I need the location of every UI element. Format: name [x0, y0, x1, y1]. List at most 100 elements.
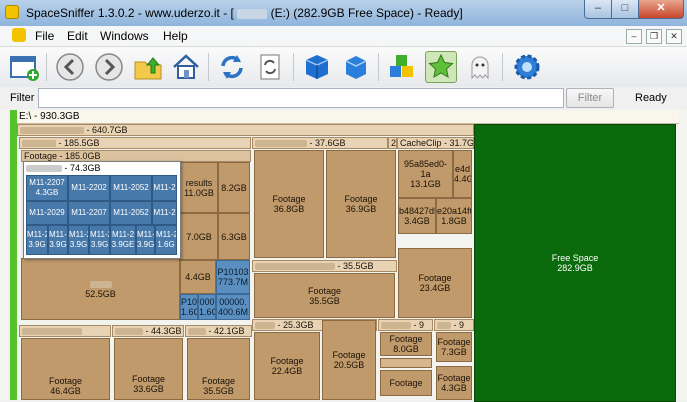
redacted-text: [255, 140, 307, 148]
folder-cell[interactable]: Footage 35.5GB: [187, 338, 250, 400]
minimize-button[interactable]: –: [584, 0, 612, 19]
folder-cell[interactable]: Footage 36.8GB: [254, 150, 324, 258]
star-icon[interactable]: [425, 51, 457, 83]
folder-cell[interactable]: Footage 7.3GB: [436, 332, 472, 362]
file-cell[interactable]: M11-2207 4.3GB: [26, 175, 68, 201]
redacted-text: [381, 322, 411, 330]
root-label[interactable]: E:\ - 930.3GB: [17, 110, 679, 124]
folder-cell[interactable]: Footage 20.5GB: [322, 320, 376, 400]
file-cell[interactable]: M11-2 3.9GE: [110, 225, 136, 255]
folder-cell[interactable]: 6.3GB: [218, 213, 250, 260]
rescan-icon[interactable]: [256, 52, 286, 82]
file-cell[interactable]: M11-23.9G: [136, 225, 155, 255]
folder-cell[interactable]: Footage 22.4GB: [254, 332, 320, 400]
folder-header[interactable]: - 185.5GB: [19, 137, 251, 149]
folder-cell[interactable]: 7.0GB: [180, 213, 218, 260]
toolbar-separator: [46, 53, 47, 81]
filter-input[interactable]: [38, 88, 564, 108]
redacted-text: [115, 328, 143, 336]
folder-cell[interactable]: Footage 4.3GB: [436, 366, 472, 400]
maximize-button[interactable]: □: [611, 0, 639, 19]
redacted-text: [22, 328, 82, 336]
folder-header[interactable]: CacheClip - 31.7GB: [397, 137, 474, 149]
folder-header[interactable]: - 42.1GB: [185, 325, 252, 337]
folder-cell[interactable]: e4d 4.4G: [453, 150, 472, 198]
folder-header[interactable]: [19, 325, 111, 337]
menu-edit[interactable]: Edit: [67, 29, 88, 43]
status-text: Ready: [635, 92, 667, 104]
folder-header[interactable]: - 9: [434, 319, 474, 331]
menu-windows[interactable]: Windows: [100, 29, 149, 43]
file-cell[interactable]: M11-2: [152, 201, 177, 225]
file-cell[interactable]: M11-2207: [68, 201, 110, 225]
file-cell[interactable]: 0001.6G: [198, 294, 216, 320]
mdi-close-button[interactable]: ✕: [666, 29, 682, 44]
file-cell[interactable]: M11-23.9G: [48, 225, 68, 255]
window-title: SpaceSniffer 1.3.0.2 - www.uderzo.it - […: [26, 6, 463, 20]
filter-label: Filter: [10, 92, 35, 104]
folder-cell[interactable]: Footage 35.5GB: [254, 273, 395, 318]
file-cell[interactable]: M11-2 1.6G: [155, 225, 177, 255]
folder-cell[interactable]: Footage 33.6GB: [114, 338, 183, 400]
folder-cell[interactable]: [380, 358, 432, 368]
file-cell[interactable]: M11-2202: [68, 175, 110, 201]
file-cell[interactable]: M11-23.9G: [68, 225, 89, 255]
filter-button[interactable]: Filter: [566, 88, 614, 108]
file-cell[interactable]: M11-23.9G: [89, 225, 110, 255]
new-view-icon[interactable]: [9, 52, 39, 82]
folder-header[interactable]: - 35.5GB: [252, 260, 397, 272]
folder-header[interactable]: 2: [388, 137, 397, 149]
redacted-text: [237, 8, 268, 19]
folder-cell[interactable]: results 11.0GB: [180, 162, 218, 213]
refresh-icon[interactable]: [217, 52, 247, 82]
folder-cell[interactable]: 4.4GB: [180, 260, 216, 294]
folder-cell[interactable]: e20a14f6 1.8GB: [436, 198, 472, 234]
treemap-view: E:\ - 930.3GB - 640.7GB - 185.5GB Footag…: [0, 110, 687, 402]
close-button[interactable]: ✕: [638, 0, 684, 19]
folder-cell[interactable]: 52.5GB: [21, 258, 180, 320]
menu-help[interactable]: Help: [163, 29, 188, 43]
folder-header[interactable]: - 640.7GB: [17, 124, 474, 136]
popup-file-grid: M11-2207 4.3GB M11-2202 M11-2052 M11-2 M1…: [26, 175, 177, 255]
folder-cell[interactable]: Footage 8.0GB: [380, 332, 432, 356]
redacted-text: [22, 140, 56, 148]
multi-cube-icon[interactable]: [387, 52, 417, 82]
forward-icon[interactable]: [94, 52, 124, 82]
folder-cell[interactable]: Footage 23.4GB: [398, 248, 472, 318]
title-bar: SpaceSniffer 1.3.0.2 - www.uderzo.it - […: [0, 0, 687, 26]
mdi-restore-button[interactable]: ❐: [646, 29, 662, 44]
folder-cell[interactable]: Footage 36.9GB: [326, 150, 396, 258]
folder-cell[interactable]: b48427d5 3.4GB: [398, 198, 436, 234]
up-folder-icon[interactable]: [133, 52, 163, 82]
file-cell[interactable]: P101.6G: [180, 294, 198, 320]
folder-cell[interactable]: 95a85ed0-1a 13.1GB: [398, 150, 453, 198]
folder-header[interactable]: - 9: [378, 319, 433, 331]
file-cell[interactable]: M11-2029: [26, 201, 68, 225]
mdi-minimize-button[interactable]: –: [626, 29, 642, 44]
ghost-icon[interactable]: [465, 52, 495, 82]
menu-bar: File Edit Windows Help – ❐ ✕: [0, 26, 687, 47]
folder-cell[interactable]: Footage 46.4GB: [21, 338, 110, 400]
redacted-text: [89, 281, 112, 289]
redacted-text: [20, 127, 84, 135]
free-space-cell[interactable]: Free Space 282.9GB: [474, 124, 676, 402]
settings-gear-icon[interactable]: [512, 52, 542, 82]
blue-cube-icon[interactable]: [302, 52, 332, 82]
file-cell[interactable]: 00000. 400.6M: [216, 294, 250, 320]
home-icon[interactable]: [171, 52, 201, 82]
file-cell[interactable]: M11-2052: [110, 201, 152, 225]
folder-cell[interactable]: Footage: [380, 370, 432, 396]
menu-file[interactable]: File: [35, 29, 54, 43]
back-icon[interactable]: [55, 52, 85, 82]
file-cell[interactable]: P10103 773.7M: [216, 260, 250, 294]
document-icon[interactable]: [12, 28, 26, 42]
file-cell[interactable]: M11-2: [152, 175, 177, 201]
file-cell[interactable]: M11-23.9G: [26, 225, 48, 255]
folder-header[interactable]: - 37.6GB: [252, 137, 388, 149]
folder-header[interactable]: - 44.3GB: [112, 325, 184, 337]
folder-cell[interactable]: 8.2GB: [218, 162, 250, 213]
app-icon: [5, 5, 19, 19]
toolbar-separator: [293, 53, 294, 81]
blue-cube-icon[interactable]: [341, 52, 371, 82]
file-cell[interactable]: M11-2052: [110, 175, 152, 201]
